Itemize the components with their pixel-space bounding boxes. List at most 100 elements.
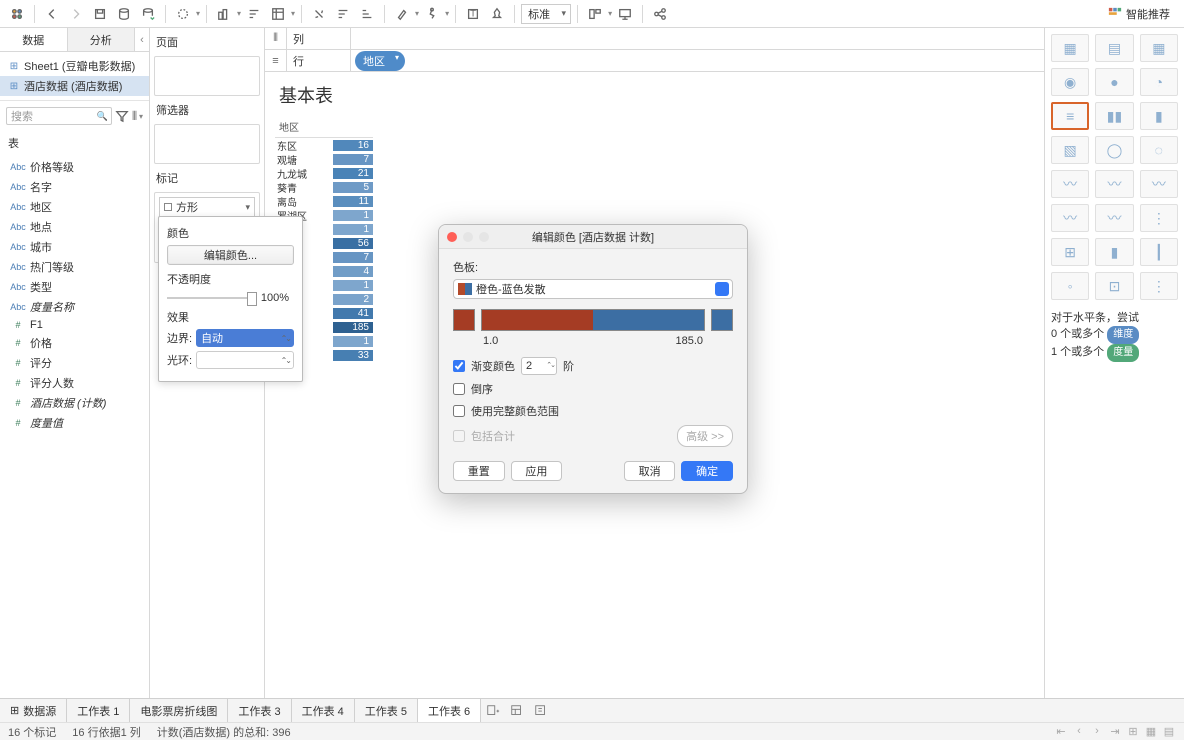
field-item[interactable]: Abc城市	[0, 237, 149, 257]
field-item[interactable]: #评分	[0, 353, 149, 373]
ok-button[interactable]: 确定	[681, 461, 733, 481]
field-item[interactable]: #度量值	[0, 413, 149, 433]
share-icon[interactable]	[649, 3, 671, 25]
table-row[interactable]: 葵青5	[275, 180, 373, 194]
labels-icon[interactable]: T	[462, 3, 484, 25]
cancel-button[interactable]: 取消	[624, 461, 676, 481]
halo-select[interactable]	[196, 351, 294, 369]
collapse-pane-icon[interactable]: ‹	[135, 28, 149, 51]
worksheet-tab[interactable]: 工作表 5	[355, 699, 418, 722]
gradient-end-swatch[interactable]	[711, 309, 733, 331]
datasource-tab[interactable]: ⊞数据源	[0, 699, 67, 722]
worksheet-tab[interactable]: 电影票房折线图	[130, 699, 228, 722]
field-item[interactable]: Abc度量名称	[0, 297, 149, 317]
chart-type-thumb[interactable]: 〰	[1140, 170, 1178, 198]
table-row[interactable]: 离岛11	[275, 194, 373, 208]
sheet-title[interactable]: 基本表	[265, 72, 1044, 116]
nav-first-icon[interactable]: ⇤	[1054, 725, 1068, 738]
nav-last-icon[interactable]: ⇥	[1108, 725, 1122, 738]
chart-type-thumb[interactable]: 〰	[1051, 204, 1089, 232]
chart-type-thumb[interactable]: 〰	[1095, 170, 1133, 198]
rows-shelf[interactable]: 地区	[351, 51, 1044, 71]
row-pill-region[interactable]: 地区	[355, 51, 405, 71]
chart-type-thumb[interactable]: ◔	[1140, 68, 1178, 96]
table-row[interactable]: 东区16	[275, 138, 373, 152]
view-small-icon[interactable]: ⊞	[1126, 725, 1140, 738]
tab-data[interactable]: 数据	[0, 28, 68, 51]
filter-icon[interactable]	[114, 105, 130, 127]
field-item[interactable]: Abc热门等级	[0, 257, 149, 277]
tab-analysis[interactable]: 分析	[68, 28, 136, 51]
chart-type-thumb[interactable]: ▮▮	[1095, 102, 1133, 130]
show-cards-icon[interactable]: ▾	[584, 3, 612, 25]
border-select[interactable]: 自动	[196, 329, 294, 347]
field-item[interactable]: #评分人数	[0, 373, 149, 393]
new-worksheet-tab-icon[interactable]	[481, 699, 505, 722]
field-item[interactable]: #酒店数据 (计数)	[0, 393, 149, 413]
advanced-button[interactable]: 高级 >>	[677, 425, 733, 447]
chart-type-thumb[interactable]: ◯	[1095, 136, 1133, 164]
chart-type-thumb[interactable]: ▧	[1051, 136, 1089, 164]
chart-type-thumb[interactable]: ▮	[1095, 238, 1133, 266]
field-item[interactable]: Abc价格等级	[0, 157, 149, 177]
datasource-item[interactable]: ⊞Sheet1 (豆瓣电影数据)	[0, 56, 149, 76]
chart-type-thumb[interactable]: ▮	[1140, 102, 1178, 130]
chart-type-thumb[interactable]: ⋮	[1140, 204, 1178, 232]
totals-icon[interactable]: ▾	[267, 3, 295, 25]
chart-type-thumb[interactable]: ◉	[1051, 68, 1089, 96]
chart-type-thumb[interactable]: ◦	[1051, 272, 1089, 300]
view-large-icon[interactable]: ▤	[1162, 725, 1176, 738]
gradient-start-swatch[interactable]	[453, 309, 475, 331]
step-count-stepper[interactable]: 2	[521, 357, 557, 375]
table-row[interactable]: 九龙城21	[275, 166, 373, 180]
sort-desc2-icon[interactable]	[356, 3, 378, 25]
sort-asc2-icon[interactable]	[332, 3, 354, 25]
reset-button[interactable]: 重置	[453, 461, 505, 481]
palette-select[interactable]: 橙色-蓝色发散	[453, 279, 733, 299]
save-icon[interactable]	[89, 3, 111, 25]
nav-prev-icon[interactable]: ‹	[1072, 725, 1086, 738]
filters-shelf[interactable]	[154, 124, 260, 164]
smart-recommend-button[interactable]: 智能推荐	[1108, 6, 1178, 22]
presentation-icon[interactable]	[614, 3, 636, 25]
search-input[interactable]: 搜索	[6, 107, 112, 125]
refresh-icon[interactable]	[137, 3, 159, 25]
datasource-item[interactable]: ⊞酒店数据 (酒店数据)	[0, 76, 149, 96]
new-dashboard-tab-icon[interactable]	[505, 699, 529, 722]
fit-select[interactable]: 标准	[521, 4, 571, 24]
swap-axes-icon[interactable]	[308, 3, 330, 25]
chart-type-thumb[interactable]: ⋮	[1140, 272, 1178, 300]
chart-type-thumb[interactable]: ▦	[1140, 34, 1178, 62]
forward-icon[interactable]	[65, 3, 87, 25]
field-item[interactable]: Abc类型	[0, 277, 149, 297]
field-item[interactable]: Abc名字	[0, 177, 149, 197]
chart-type-thumb[interactable]: ◌	[1140, 136, 1178, 164]
chart-type-thumb[interactable]: ⊞	[1051, 238, 1089, 266]
field-item[interactable]: Abc地区	[0, 197, 149, 217]
chart-type-thumb[interactable]: ●	[1095, 68, 1133, 96]
highlight-icon[interactable]: ▾	[391, 3, 419, 25]
chart-type-thumb[interactable]: ┃	[1140, 238, 1178, 266]
close-icon[interactable]	[447, 232, 457, 242]
edit-colors-button[interactable]: 编辑颜色...	[167, 245, 294, 265]
group-icon[interactable]: ▾	[421, 3, 449, 25]
worksheet-tab[interactable]: 工作表 4	[292, 699, 355, 722]
field-item[interactable]: #F1	[0, 317, 149, 333]
new-worksheet-icon[interactable]: ▾	[172, 3, 200, 25]
view-med-icon[interactable]: ▦	[1144, 725, 1158, 738]
view-options-icon[interactable]: ⫴▾	[132, 109, 143, 124]
pin-icon[interactable]	[486, 3, 508, 25]
full-range-checkbox[interactable]	[453, 405, 465, 417]
chart-type-thumb[interactable]: ▦	[1051, 34, 1089, 62]
chart-type-thumb[interactable]: ▤	[1095, 34, 1133, 62]
worksheet-tab[interactable]: 工作表 3	[228, 699, 291, 722]
sort-desc-icon[interactable]	[243, 3, 265, 25]
new-data-icon[interactable]	[113, 3, 135, 25]
reversed-checkbox[interactable]	[453, 383, 465, 395]
swap-icon[interactable]: ▾	[213, 3, 241, 25]
stepped-checkbox[interactable]	[453, 360, 465, 372]
chart-type-thumb[interactable]: ⊡	[1095, 272, 1133, 300]
back-icon[interactable]	[41, 3, 63, 25]
worksheet-tab[interactable]: 工作表 6	[418, 699, 481, 722]
field-item[interactable]: #价格	[0, 333, 149, 353]
